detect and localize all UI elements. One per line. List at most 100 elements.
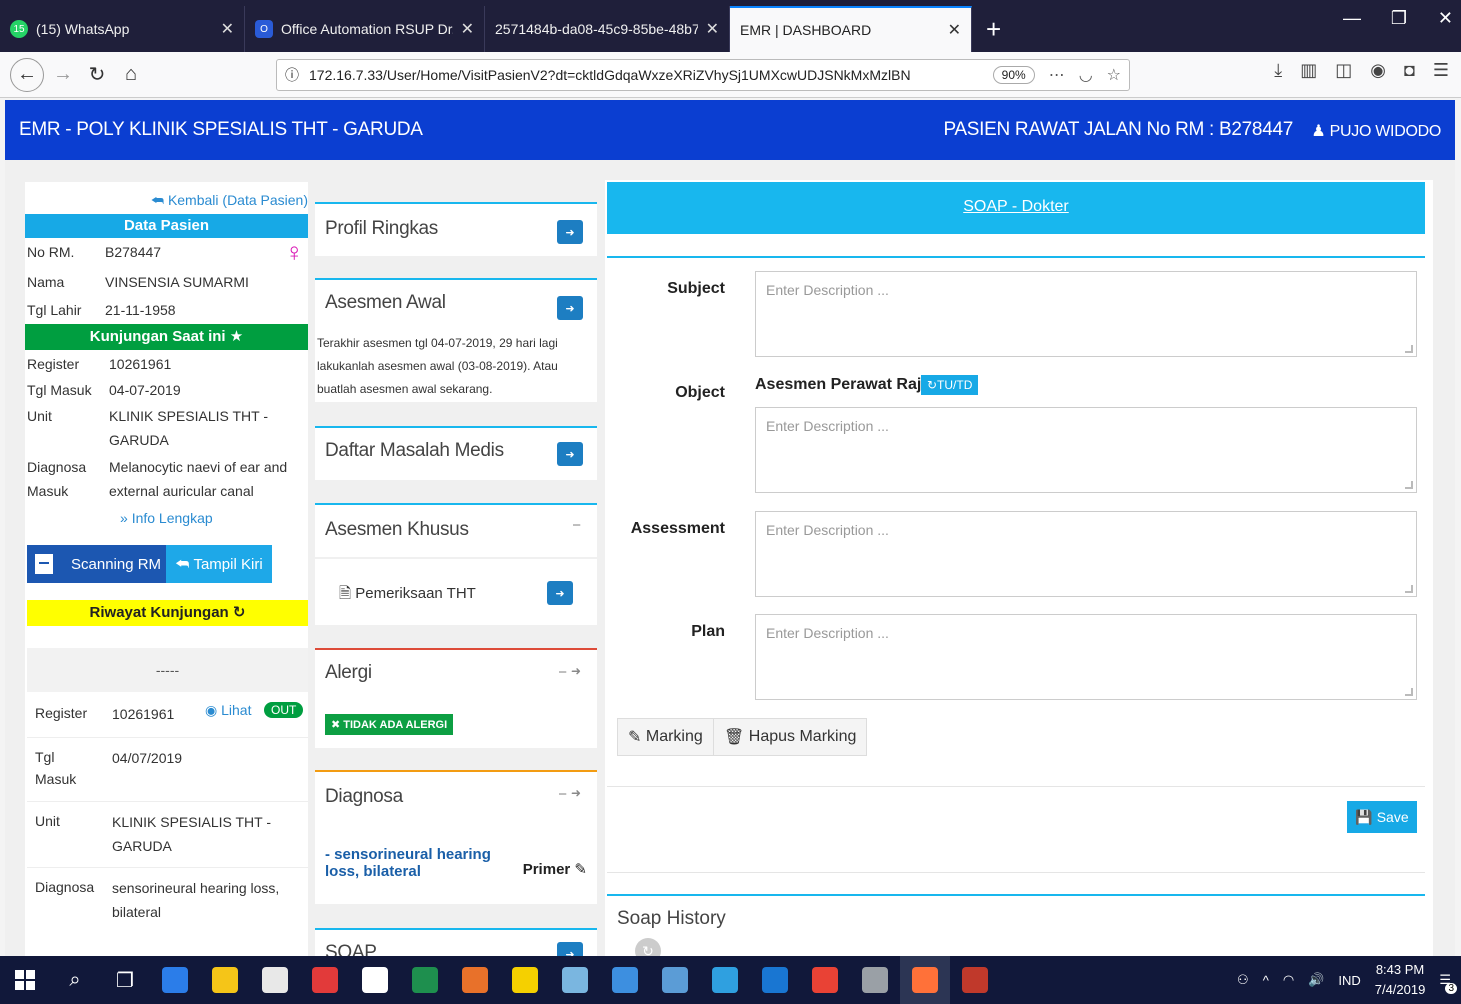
zoom-level[interactable]: 90% (992, 66, 1035, 84)
scanning-rm-label: Scanning RM (71, 555, 162, 573)
taskbar-app-icon[interactable] (700, 956, 750, 1004)
pocket-icon[interactable]: ◡ (1079, 65, 1093, 85)
diagnosa-item: - sensorineural hearing loss, bilateral (325, 846, 491, 880)
taskbar-app-icon[interactable] (800, 956, 850, 1004)
taskbar-app-icon[interactable] (600, 956, 650, 1004)
tu-td-button[interactable]: ↻TU/TD (921, 375, 979, 395)
object-input[interactable]: Enter Description ... (755, 407, 1417, 493)
taskbar-app-icon[interactable] (350, 956, 400, 1004)
enter-icon[interactable]: ➜ (571, 786, 581, 800)
tab-label: Office Automation RSUP Dr. Ka (281, 21, 453, 37)
url-bar[interactable]: ⓘ 172.16.7.33/User/Home/VisitPasienV2?dt… (276, 59, 1130, 91)
new-tab-button[interactable]: + (972, 6, 1015, 52)
user-menu[interactable]: ♟ PUJO WIDODO (1311, 121, 1441, 141)
whatsapp-icon: 15 (10, 20, 28, 38)
extension-icon[interactable]: ◉ (1370, 60, 1386, 81)
people-icon[interactable]: ⚇ (1237, 972, 1249, 988)
network-icon[interactable]: ◠ (1283, 972, 1294, 988)
back-icon[interactable]: ← (10, 57, 44, 92)
reply-icon: ⮪ (175, 555, 190, 573)
taskbar-app-icon[interactable] (150, 956, 200, 1004)
notification-icon[interactable]: ☰ 3 (1439, 972, 1457, 994)
taskbar-app-icon[interactable] (550, 956, 600, 1004)
tab-whatsapp[interactable]: 15 (15) WhatsApp ✕ (0, 6, 245, 52)
history-row-register: Register 10261961 ◉ Lihat OUT (27, 694, 308, 738)
taskbar-app-icon[interactable] (500, 956, 550, 1004)
pemeriksaan-tht-item[interactable]: 🗎 Pemeriksaan THT (339, 583, 476, 608)
plan-input[interactable]: Enter Description ... (755, 614, 1417, 700)
enter-icon[interactable]: ➜ (557, 442, 583, 466)
taskbar-app-icon[interactable] (250, 956, 300, 1004)
history-row-diagnosa: Diagnosa sensorineural hearing loss, bil… (27, 868, 308, 934)
status-badge: OUT (264, 702, 304, 718)
marking-button[interactable]: ✎ Marking (617, 718, 714, 756)
scanning-rm-button[interactable]: Scanning RM (27, 545, 166, 583)
home-icon[interactable]: ⌂ (114, 58, 148, 92)
info-lengkap-link[interactable]: » Info Lengkap (120, 510, 213, 526)
sidebar-icon[interactable]: ◫ (1335, 60, 1352, 81)
reload-icon[interactable]: ↻ (80, 58, 114, 92)
volume-icon[interactable]: 🔊 (1308, 972, 1324, 988)
close-icon[interactable]: ✕ (461, 19, 474, 39)
asesmen-note: Terakhir asesmen tgl 04-07-2019, 29 hari… (317, 336, 558, 396)
taskbar-app-icon[interactable] (400, 956, 450, 1004)
start-icon[interactable] (0, 956, 50, 1004)
value: 10261961 (109, 356, 172, 372)
taskbar-app-icon[interactable] (750, 956, 800, 1004)
value: sensorineural hearing loss, bilateral (112, 880, 280, 920)
close-icon[interactable]: ✕ (706, 19, 719, 39)
label: Tgl Lahir (27, 302, 82, 318)
archive-icon (35, 554, 53, 574)
close-icon[interactable]: ✕ (948, 20, 961, 40)
pocket-list-icon[interactable]: ◘ (1404, 60, 1415, 81)
divider (607, 894, 1425, 896)
search-icon[interactable]: ⌕ (50, 956, 100, 1004)
assessment-input[interactable]: Enter Description ... (755, 511, 1417, 597)
primer-label[interactable]: Primer ✎ (523, 860, 587, 878)
restore-icon[interactable]: ❐ (1391, 8, 1407, 29)
soap-form: SOAP - Dokter Subject Enter Description … (605, 180, 1433, 956)
lihat-label: Lihat (221, 702, 252, 718)
task-view-icon[interactable]: ❐ (100, 956, 150, 1004)
collapse-icon[interactable]: − (558, 664, 567, 681)
lihat-link[interactable]: ◉ Lihat (205, 702, 251, 719)
bookmark-star-icon[interactable]: ☆ (1107, 65, 1121, 85)
enter-icon[interactable]: ➜ (557, 942, 583, 956)
subject-input[interactable]: Enter Description ... (755, 271, 1417, 357)
collapse-icon[interactable]: − (558, 786, 567, 803)
enter-icon[interactable]: ➜ (571, 664, 581, 678)
save-button[interactable]: 💾 Save (1347, 801, 1417, 833)
taskbar-app-icon[interactable] (850, 956, 900, 1004)
language-indicator[interactable]: IND (1338, 973, 1360, 988)
taskbar-app-icon[interactable] (200, 956, 250, 1004)
tab-office-automation[interactable]: O Office Automation RSUP Dr. Ka ✕ (245, 6, 485, 52)
download-icon[interactable]: ⤓ (1274, 60, 1282, 81)
hapus-marking-button[interactable]: 🗑 Hapus Marking (713, 718, 868, 756)
collapse-icon[interactable]: − (572, 517, 581, 534)
menu-icon[interactable]: ☰ (1433, 60, 1449, 81)
tab-emr-dashboard[interactable]: EMR | DASHBOARD ✕ (730, 6, 972, 52)
enter-icon[interactable]: ➜ (547, 581, 573, 605)
clock[interactable]: 8:43 PM 7/4/2019 (1375, 960, 1426, 1000)
forward-icon[interactable]: → (46, 58, 80, 92)
taskbar-app-icon[interactable] (950, 956, 1000, 1004)
minimize-icon[interactable]: — (1343, 8, 1361, 29)
taskbar-app-icon[interactable] (900, 956, 950, 1004)
chevron-up-icon[interactable]: ^ (1263, 973, 1269, 988)
soap-title[interactable]: SOAP - Dokter (607, 182, 1425, 234)
taskbar-app-icon[interactable] (300, 956, 350, 1004)
enter-icon[interactable]: ➜ (557, 296, 583, 320)
enter-icon[interactable]: ➜ (557, 220, 583, 244)
url-text[interactable]: 172.16.7.33/User/Home/VisitPasienV2?dt=c… (309, 67, 985, 83)
back-link[interactable]: ⮪ Kembali (Data Pasien) (151, 192, 308, 209)
close-window-icon[interactable]: ✕ (1438, 8, 1453, 29)
tampil-kiri-button[interactable]: ⮪ Tampil Kiri (166, 545, 272, 583)
library-icon[interactable]: ▥ (1300, 60, 1317, 81)
taskbar-app-icon[interactable] (450, 956, 500, 1004)
close-icon[interactable]: ✕ (221, 19, 234, 39)
more-icon[interactable]: ⋯ (1049, 65, 1065, 85)
taskbar-app-icon[interactable] (650, 956, 700, 1004)
riwayat-kunjungan-header[interactable]: Riwayat Kunjungan ↻ (27, 600, 308, 626)
tab-document[interactable]: 2571484b-da08-45c9-85be-48b765 ✕ (485, 6, 730, 52)
info-icon[interactable]: ⓘ (285, 65, 299, 85)
